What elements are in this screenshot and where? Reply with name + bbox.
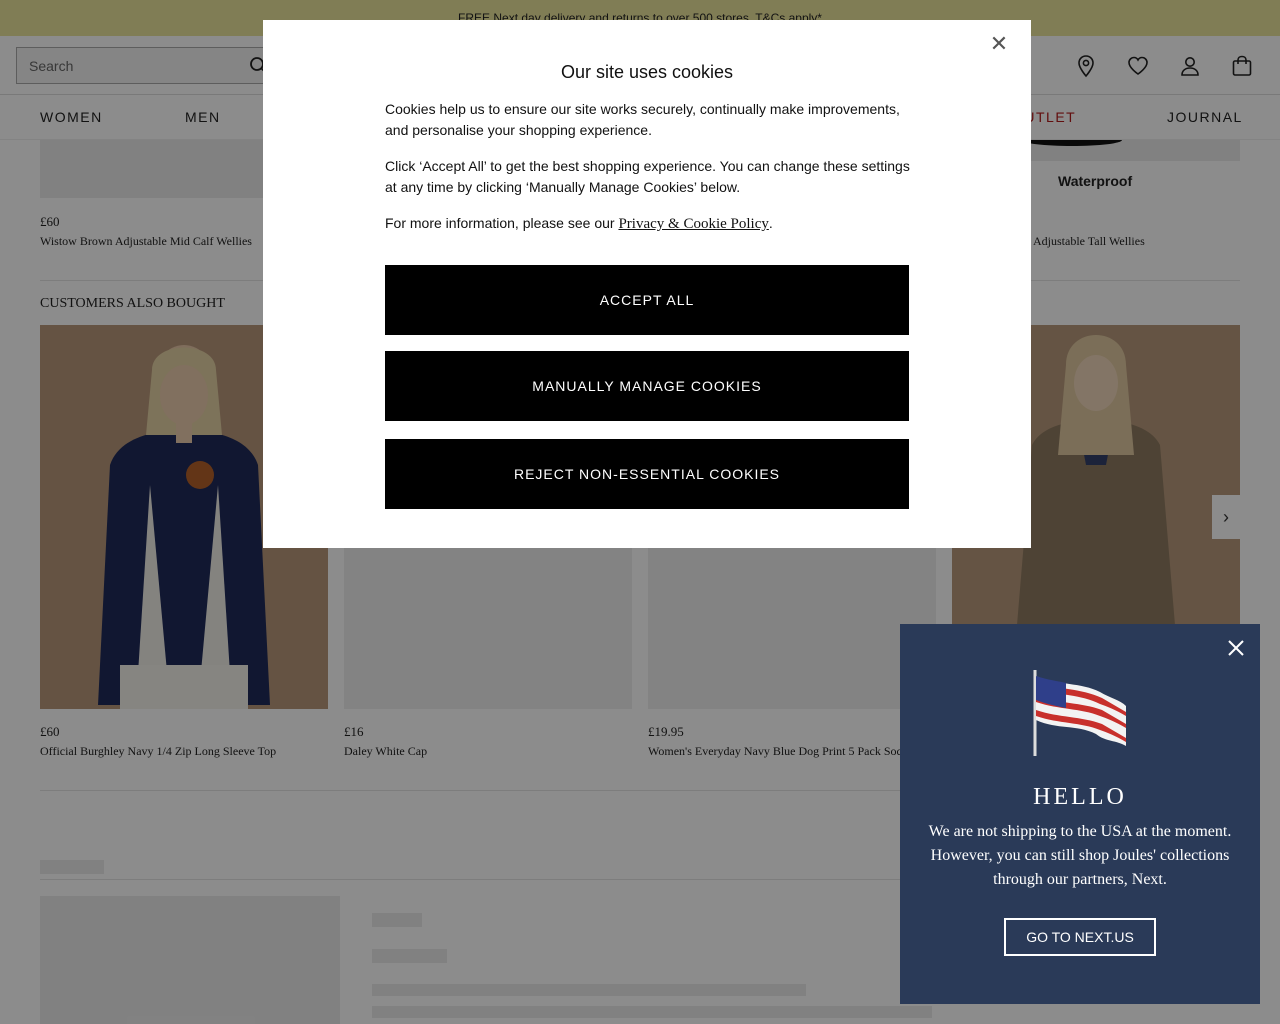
geo-title: HELLO [1033, 784, 1127, 810]
reject-cookies-button[interactable]: REJECT NON-ESSENTIAL COOKIES [385, 439, 909, 509]
manage-cookies-button[interactable]: MANUALLY MANAGE COOKIES [385, 351, 909, 421]
cookie-paragraph: Click ‘Accept All’ to get the best shopp… [385, 158, 910, 195]
go-to-next-button[interactable]: GO TO NEXT.US [1004, 918, 1156, 956]
privacy-policy-link[interactable]: Privacy & Cookie Policy [618, 216, 768, 232]
cookie-title: Our site uses cookies [560, 62, 734, 82]
usa-flag-icon [1033, 670, 1126, 756]
close-icon[interactable]: ✕ [989, 33, 1009, 55]
cookie-modal: ✕ Our site uses cookies Cookies help us … [263, 20, 1031, 548]
country-popup: HELLO We are not shipping to the USA at … [900, 624, 1260, 1004]
cookie-paragraph: For more information, please see our Pri… [385, 213, 915, 235]
geo-message: We are not shipping to the USA at the mo… [928, 823, 1232, 888]
cookie-policy-suffix: . [768, 215, 773, 231]
cookie-paragraph: Cookies help us to ensure our site works… [385, 101, 900, 138]
cookie-policy-prefix: For more information, please see our [385, 215, 619, 231]
close-icon[interactable] [1226, 638, 1246, 658]
accept-all-button[interactable]: ACCEPT ALL [385, 265, 909, 335]
